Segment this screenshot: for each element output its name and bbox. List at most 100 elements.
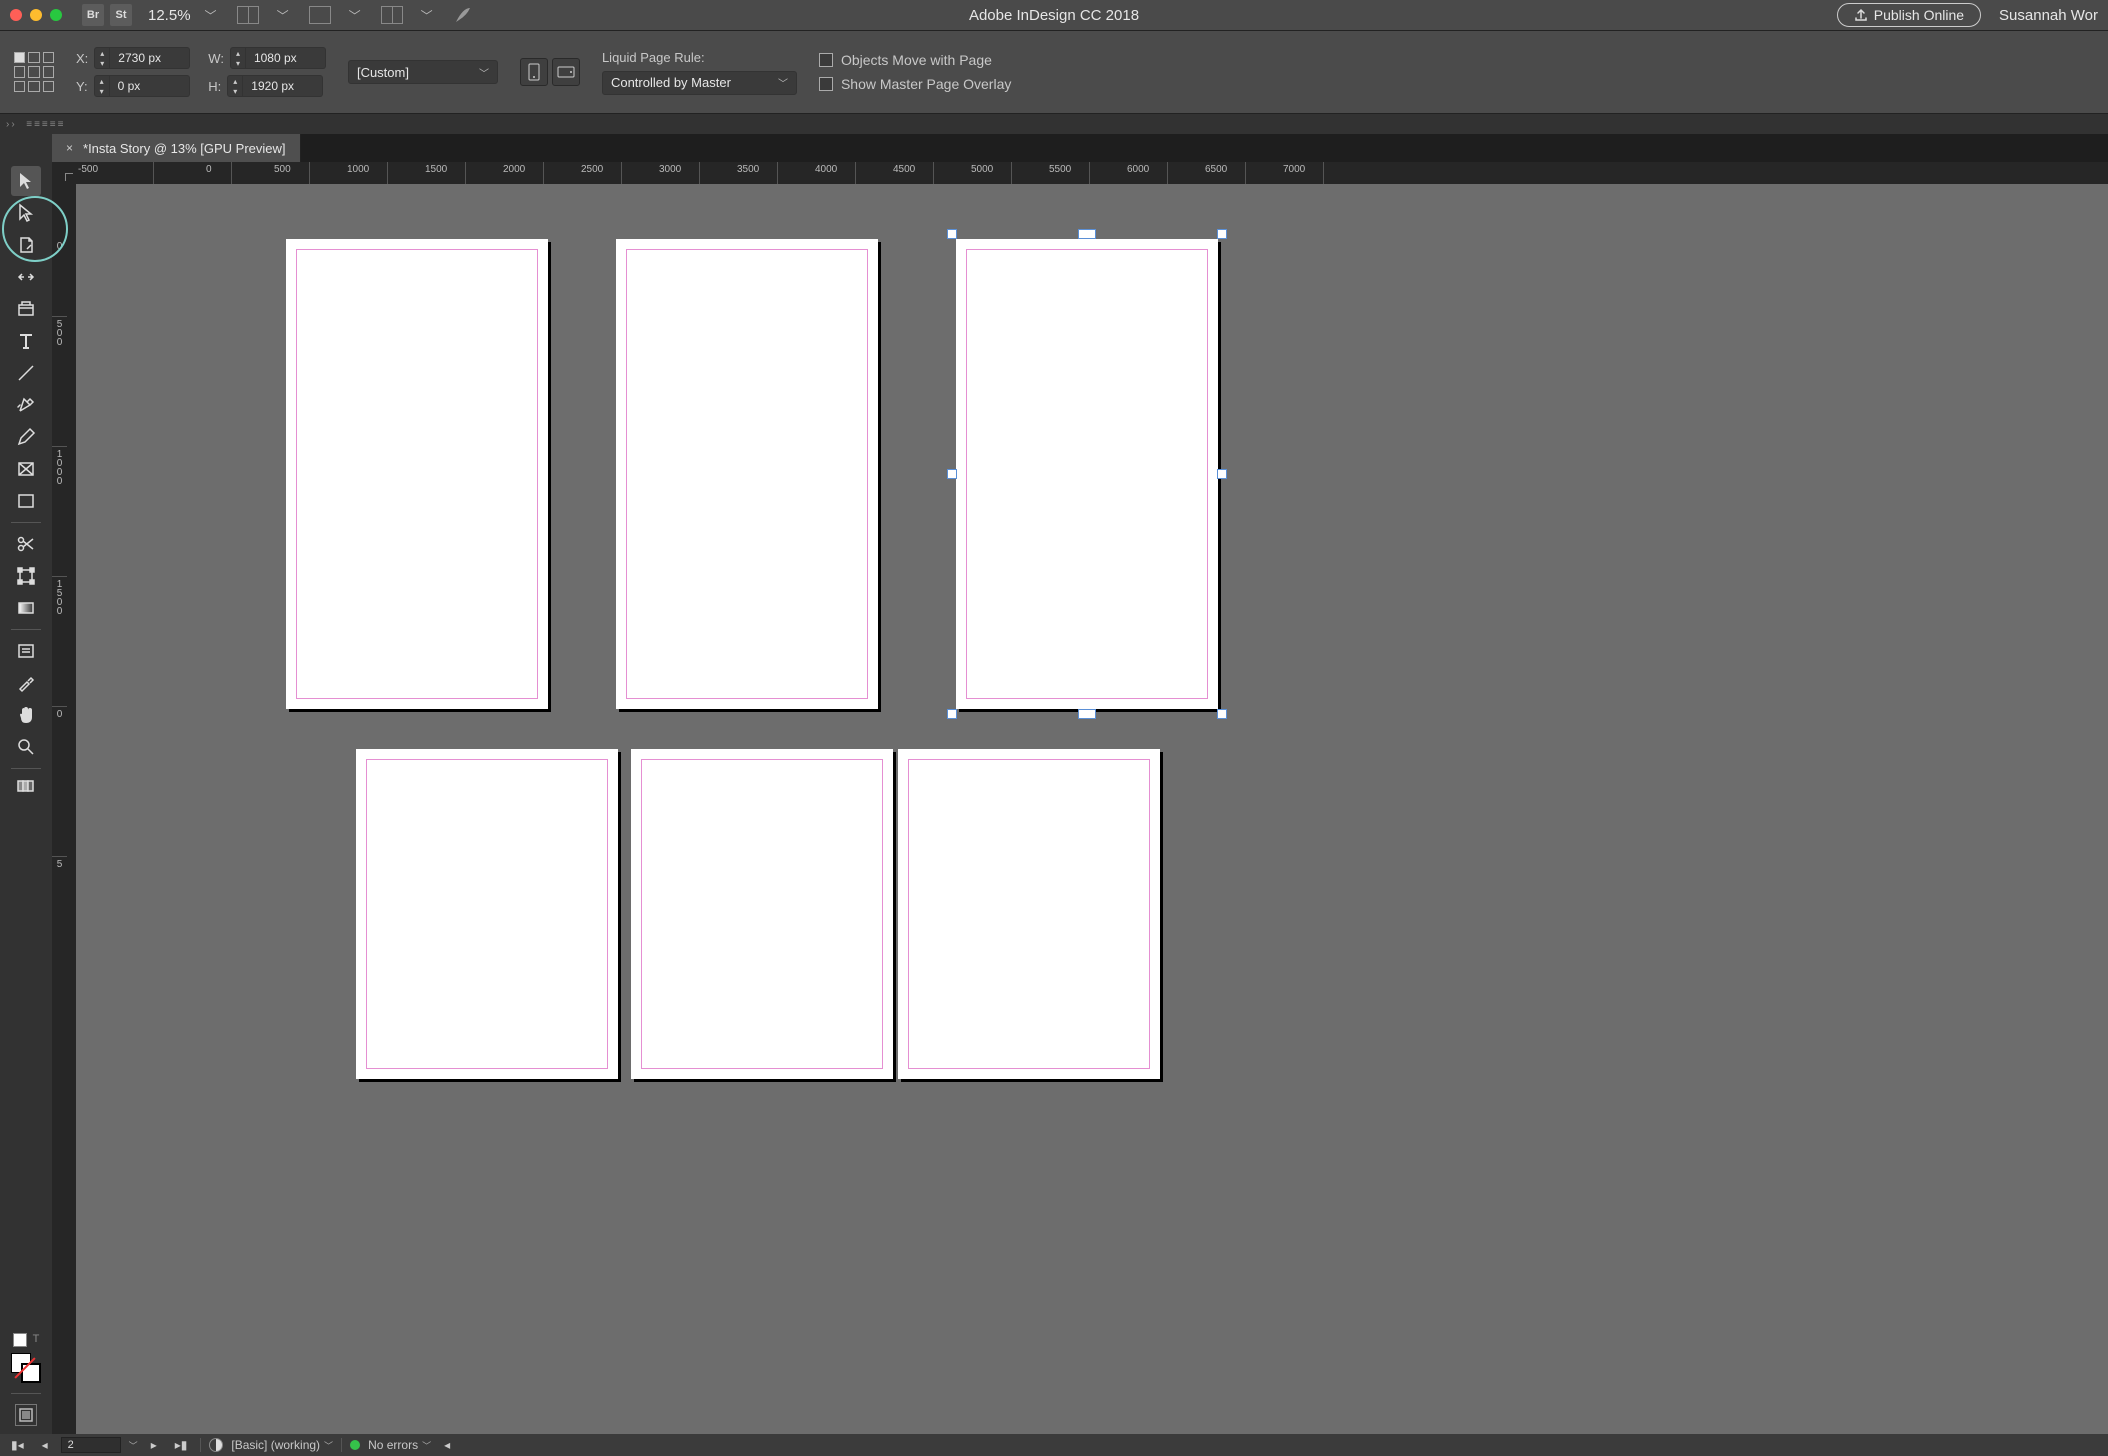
chevron-down-icon[interactable]: ﹀ — [421, 7, 433, 24]
publish-online-button[interactable]: Publish Online — [1837, 3, 1981, 27]
show-master-overlay-checkbox[interactable]: Show Master Page Overlay — [819, 76, 1011, 92]
orientation-landscape-button[interactable] — [552, 58, 580, 86]
errors-dropdown[interactable]: No errors ﹀ — [368, 1438, 431, 1452]
ruler-tick: 0 — [154, 162, 232, 184]
ruler-tick: 2000 — [466, 162, 544, 184]
page-preset-dropdown[interactable]: [Custom] ﹀ — [348, 60, 498, 84]
scroll-left-button[interactable]: ◂ — [439, 1438, 455, 1452]
w-input[interactable] — [246, 47, 326, 69]
page-spread-2[interactable] — [616, 239, 878, 709]
view-mode-button[interactable] — [15, 1404, 37, 1426]
user-name[interactable]: Susannah Wor — [1999, 7, 2098, 24]
ruler-tick: 6500 — [1168, 162, 1246, 184]
view-option-3-icon[interactable] — [381, 6, 403, 24]
prev-page-button[interactable]: ◂ — [37, 1438, 53, 1452]
minimize-icon[interactable] — [30, 9, 42, 21]
type-tool[interactable] — [11, 326, 41, 356]
y-input[interactable] — [110, 75, 190, 97]
objects-move-label: Objects Move with Page — [841, 52, 992, 68]
ruler-tick: 500 — [52, 317, 67, 447]
canvas[interactable] — [76, 184, 2108, 1434]
view-option-2-icon[interactable] — [309, 6, 331, 24]
direct-selection-tool[interactable] — [11, 198, 41, 228]
gradient-swatch-tool[interactable] — [11, 593, 41, 623]
pen-tool[interactable] — [11, 390, 41, 420]
free-transform-tool[interactable] — [11, 561, 41, 591]
zoom-level[interactable]: 12.5% — [148, 7, 191, 24]
resize-handle-tr[interactable] — [1217, 229, 1227, 239]
resize-handle-tc[interactable] — [1078, 229, 1096, 239]
objects-move-checkbox[interactable]: Objects Move with Page — [819, 52, 1011, 68]
gap-tool[interactable] — [11, 262, 41, 292]
h-stepper[interactable]: ▴▾ — [227, 75, 323, 97]
h-label: H: — [208, 79, 221, 94]
y-stepper[interactable]: ▴▾ — [94, 75, 190, 97]
ruler-tick: 4500 — [856, 162, 934, 184]
x-stepper[interactable]: ▴▾ — [94, 47, 190, 69]
page-spread-1[interactable] — [286, 239, 548, 709]
ruler-tick: 7000 — [1246, 162, 1324, 184]
chevron-down-icon[interactable]: ﹀ — [349, 7, 361, 24]
canvas-area[interactable]: -500 0 500 1000 1500 2000 2500 3000 3500… — [52, 162, 2108, 1434]
hand-tool[interactable] — [11, 700, 41, 730]
eyedropper-tool[interactable] — [11, 668, 41, 698]
liquid-page-rule-dropdown[interactable]: Controlled by Master ﹀ — [602, 71, 797, 95]
document-tab-title: *Insta Story @ 13% [GPU Preview] — [83, 141, 286, 156]
rectangle-frame-tool[interactable] — [11, 454, 41, 484]
note-tool[interactable] — [11, 636, 41, 666]
vertical-ruler[interactable]: 0 500 1000 1500 0 5 — [52, 184, 76, 1434]
close-icon[interactable] — [10, 9, 22, 21]
resize-handle-mr[interactable] — [1217, 469, 1227, 479]
line-tool[interactable] — [11, 358, 41, 388]
next-page-button[interactable]: ▸ — [146, 1438, 162, 1452]
zoom-tool[interactable] — [11, 732, 41, 762]
horizontal-ruler[interactable]: -500 0 500 1000 1500 2000 2500 3000 3500… — [76, 162, 2108, 184]
chevron-down-icon[interactable]: ﹀ — [277, 7, 289, 24]
resize-handle-ml[interactable] — [947, 469, 957, 479]
preflight-status-icon[interactable] — [209, 1438, 223, 1452]
page-dropdown-chevron-icon[interactable]: ﹀ — [129, 1439, 138, 1452]
page-number-input[interactable] — [61, 1437, 121, 1453]
zoom-dropdown-chevron-icon[interactable]: ﹀ — [205, 7, 217, 24]
resize-handle-bl[interactable] — [947, 709, 957, 719]
fill-stroke-control[interactable] — [11, 1353, 41, 1383]
page-preset-value: [Custom] — [357, 65, 409, 80]
default-colors-icon[interactable] — [13, 1333, 27, 1347]
ruler-tick: 1000 — [310, 162, 388, 184]
swap-colors-label[interactable]: T — [33, 1333, 40, 1347]
maximize-icon[interactable] — [50, 9, 62, 21]
ruler-origin[interactable] — [52, 162, 76, 184]
page-tool[interactable] — [11, 230, 41, 260]
pencil-tool[interactable] — [11, 422, 41, 452]
document-tab[interactable]: × *Insta Story @ 13% [GPU Preview] — [52, 134, 301, 162]
color-theme-tool[interactable] — [11, 775, 41, 797]
page-spread-6[interactable] — [898, 749, 1160, 1079]
h-input[interactable] — [243, 75, 323, 97]
panel-collapse-handle[interactable]: ›› ≡≡≡≡≡ — [0, 114, 2108, 134]
scissors-tool[interactable] — [11, 529, 41, 559]
x-input[interactable] — [110, 47, 190, 69]
tools-panel: T — [0, 162, 52, 1434]
resize-handle-tl[interactable] — [947, 229, 957, 239]
page-spread-5[interactable] — [631, 749, 893, 1079]
rectangle-tool[interactable] — [11, 486, 41, 516]
preflight-profile-dropdown[interactable]: [Basic] (working) ﹀ — [231, 1438, 333, 1452]
selection-outline — [952, 234, 1222, 714]
close-tab-icon[interactable]: × — [66, 141, 73, 155]
reference-point-grid[interactable] — [14, 52, 54, 92]
resize-handle-br[interactable] — [1217, 709, 1227, 719]
orientation-portrait-button[interactable] — [520, 58, 548, 86]
content-collector-tool[interactable] — [11, 294, 41, 324]
view-option-1-icon[interactable] — [237, 6, 259, 24]
bridge-button[interactable]: Br — [82, 4, 104, 26]
window-controls[interactable] — [10, 9, 74, 21]
ruler-tick: 1000 — [52, 447, 67, 577]
page-spread-4[interactable] — [356, 749, 618, 1079]
feather-icon[interactable] — [453, 5, 473, 25]
stock-button[interactable]: St — [110, 4, 132, 26]
selection-tool[interactable] — [11, 166, 41, 196]
last-page-button[interactable]: ▸▮ — [170, 1438, 193, 1452]
first-page-button[interactable]: ▮◂ — [6, 1438, 29, 1452]
resize-handle-bc[interactable] — [1078, 709, 1096, 719]
w-stepper[interactable]: ▴▾ — [230, 47, 326, 69]
